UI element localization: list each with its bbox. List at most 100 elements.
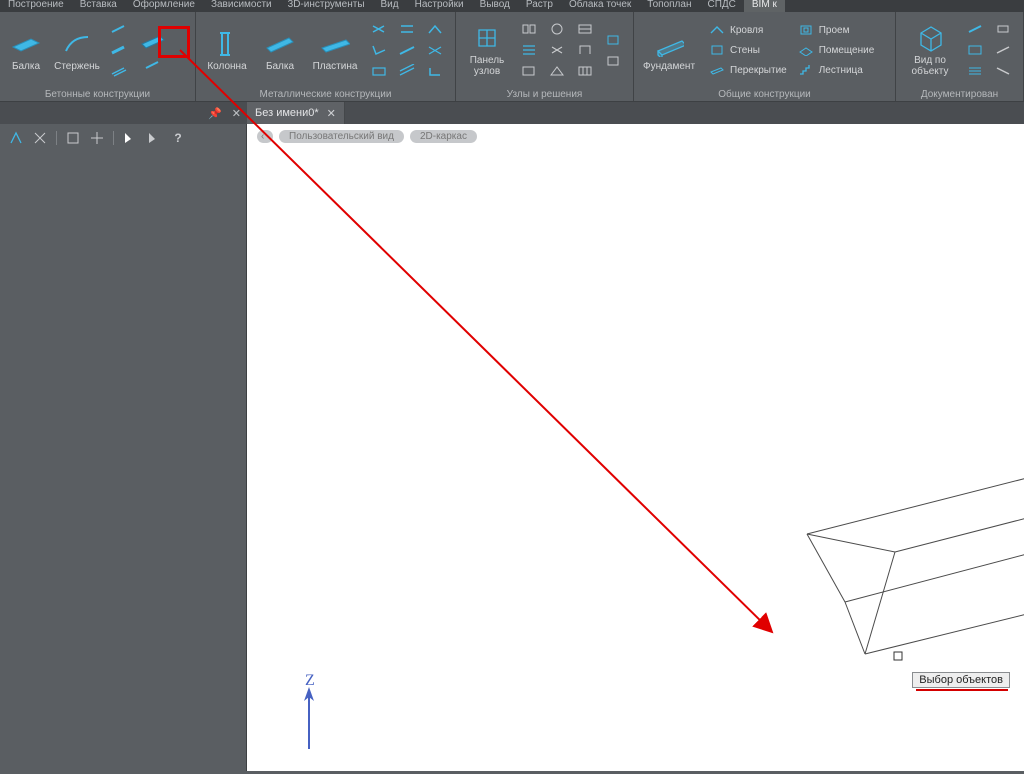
side-tool-1[interactable]	[8, 130, 24, 146]
nodes-small-1[interactable]	[518, 20, 540, 38]
metal-small-1[interactable]	[368, 20, 390, 38]
stair-icon	[797, 62, 815, 78]
nodes-panel-label: Панель узлов	[470, 55, 505, 77]
compass-label: Z	[305, 672, 315, 689]
walls-icon	[708, 42, 726, 58]
doc-small-4[interactable]	[992, 20, 1014, 38]
metal-small-6[interactable]	[396, 62, 418, 80]
walls-button[interactable]: Стены	[708, 42, 787, 58]
metal-small-7[interactable]	[424, 20, 446, 38]
top-tab[interactable]: BIM к	[744, 0, 785, 12]
doc-small-1[interactable]	[964, 20, 986, 38]
top-tab[interactable]: Топоплан	[639, 0, 699, 12]
plate-icon	[320, 29, 350, 59]
top-tab[interactable]: Вывод	[472, 0, 518, 12]
room-button[interactable]: Помещение	[797, 42, 875, 58]
concrete-small-1[interactable]	[108, 20, 130, 38]
nodes-panel-button[interactable]: Панель узлов	[462, 19, 512, 81]
concrete-rod-label: Стержень	[54, 61, 100, 72]
panel-general-title: Общие конструкции	[634, 88, 895, 101]
left-pane-header: 📌 ✕	[0, 102, 247, 124]
panel-metal: Колонна Балка Пластина	[196, 12, 456, 101]
nodes-small-5[interactable]	[546, 41, 568, 59]
side-tool-help-icon[interactable]: ?	[170, 130, 186, 146]
tooltip-select-objects: Выбор объектов	[912, 672, 1010, 688]
document-tab-close-icon[interactable]: ✕	[327, 107, 336, 120]
metal-small-2[interactable]	[368, 41, 390, 59]
stair-label: Лестница	[819, 65, 863, 76]
left-sidebar: ?	[0, 124, 247, 771]
nodes-small-4[interactable]	[546, 20, 568, 38]
metal-beam-label: Балка	[266, 61, 294, 72]
nodes-small-3[interactable]	[518, 62, 540, 80]
slab-button[interactable]: Перекрытие	[708, 62, 787, 78]
top-tab[interactable]: Вид	[373, 0, 407, 12]
foundation-button[interactable]: Фундамент	[640, 19, 698, 81]
view-by-object-label: Вид по объекту	[912, 55, 949, 77]
opening-button[interactable]: Проем	[797, 22, 875, 38]
side-tool-6[interactable]	[146, 130, 162, 146]
doc-small-3[interactable]	[964, 62, 986, 80]
close-pane-icon[interactable]: ✕	[232, 107, 241, 120]
stair-button[interactable]: Лестница	[797, 62, 875, 78]
roof-icon	[708, 22, 726, 38]
doc-small-2[interactable]	[964, 41, 986, 59]
metal-small-5[interactable]	[396, 41, 418, 59]
side-tool-3[interactable]	[65, 130, 81, 146]
nodes-small-8[interactable]	[574, 41, 596, 59]
concrete-small-2[interactable]	[108, 41, 130, 59]
drawing-viewport[interactable]: ‹ Пользовательский вид 2D-каркас	[247, 124, 1024, 771]
top-tab[interactable]: Растр	[518, 0, 561, 12]
metal-column-button[interactable]: Колонна	[202, 19, 252, 81]
divider	[56, 131, 57, 145]
slab-label: Перекрытие	[730, 65, 787, 76]
side-tool-4[interactable]	[89, 130, 105, 146]
panel-doc-title: Документирован	[896, 88, 1023, 101]
nodes-small-11[interactable]	[602, 52, 624, 70]
nodes-small-7[interactable]	[574, 20, 596, 38]
column-icon	[212, 29, 242, 59]
side-tool-2[interactable]	[32, 130, 48, 146]
metal-small-9[interactable]	[424, 62, 446, 80]
concrete-highlight-top[interactable]	[138, 27, 168, 53]
roof-button[interactable]: Кровля	[708, 22, 787, 38]
opening-label: Проем	[819, 25, 850, 36]
metal-small-3[interactable]	[368, 62, 390, 80]
top-tab[interactable]: Облака точек	[561, 0, 639, 12]
doc-small-6[interactable]	[992, 62, 1014, 80]
top-tab[interactable]: 3D-инструменты	[280, 0, 373, 12]
concrete-small-3[interactable]	[108, 62, 130, 80]
room-icon	[797, 42, 815, 58]
side-tool-5[interactable]	[122, 130, 138, 146]
pin-icon[interactable]: 📌	[208, 107, 222, 120]
nodes-small-2[interactable]	[518, 41, 540, 59]
nodes-small-6[interactable]	[546, 62, 568, 80]
doc-small-5[interactable]	[992, 41, 1014, 59]
nodes-small-9[interactable]	[574, 62, 596, 80]
metal-beam-button[interactable]: Балка	[258, 19, 302, 81]
view-by-object-button[interactable]: Вид по объекту	[902, 19, 958, 81]
document-tab-label: Без имени0*	[255, 107, 319, 119]
panel-concrete-title: Бетонные конструкции	[0, 88, 195, 101]
nodes-panel-icon	[472, 23, 502, 53]
top-tab[interactable]: Построение	[0, 0, 72, 12]
nodes-small-10[interactable]	[602, 31, 624, 49]
top-tab[interactable]: Зависимости	[203, 0, 280, 12]
cube-icon	[915, 23, 945, 53]
sidebar-toolbar: ?	[0, 124, 246, 152]
concrete-rod-button[interactable]: Стержень	[52, 19, 102, 81]
tooltip-label: Выбор объектов	[919, 674, 1003, 686]
panel-general: Фундамент Кровля Стены Перекрытие Проем …	[634, 12, 896, 101]
concrete-small-bot[interactable]	[142, 56, 164, 74]
roof-label: Кровля	[730, 25, 763, 36]
top-tab[interactable]: Вставка	[72, 0, 125, 12]
metal-small-4[interactable]	[396, 20, 418, 38]
metal-plate-button[interactable]: Пластина	[308, 19, 362, 81]
top-tab[interactable]: Оформление	[125, 0, 203, 12]
concrete-beam-button[interactable]: Балка	[6, 19, 46, 81]
top-tab[interactable]: СПДС	[699, 0, 743, 12]
document-tab[interactable]: Без имени0* ✕	[247, 102, 345, 124]
top-tab[interactable]: Настройки	[407, 0, 472, 12]
metal-small-8[interactable]	[424, 41, 446, 59]
opening-icon	[797, 22, 815, 38]
